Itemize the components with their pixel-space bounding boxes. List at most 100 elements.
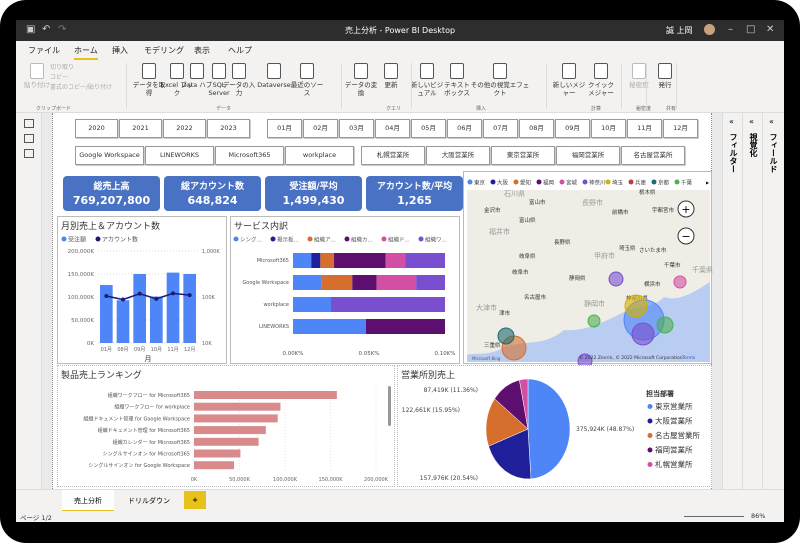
menu-help[interactable]: ヘルプ — [228, 45, 252, 56]
zoom-out-button[interactable]: − — [677, 227, 695, 245]
legend-label: 埼玉 — [612, 179, 624, 187]
product-ranking-chart[interactable]: 製品売上ランキング 0K 50,000K 100,000K 150,000K 200,0… — [57, 365, 395, 487]
view-switcher — [16, 113, 42, 489]
y2-tick: 10K — [202, 341, 212, 347]
slicer-month[interactable]: 02月 — [303, 119, 338, 138]
bar — [183, 274, 196, 343]
ribbon-button[interactable]: 新しいビジュアル — [410, 63, 444, 97]
map-place-label: 静岡県 — [569, 274, 586, 282]
model-view-icon[interactable] — [23, 149, 34, 158]
legend-label: 組織カ... — [351, 236, 373, 244]
fields-pane[interactable]: « フィールド — [762, 113, 784, 489]
slicer-office[interactable]: 名古屋営業所 — [621, 146, 685, 165]
menu-file[interactable]: ファイル — [28, 45, 60, 56]
ribbon-button[interactable]: Dataverse — [257, 63, 291, 89]
line-point — [187, 293, 192, 298]
collapse-icon[interactable]: « — [769, 117, 774, 126]
legend-label: 兵庫 — [635, 179, 647, 187]
ribbon-button[interactable]: クイック メジャー — [584, 63, 618, 97]
service-breakdown-chart[interactable]: サービス内訳 シング... 掲示板... 組織ア... 組織カ... 組織ド... 組織ワ… — [230, 216, 460, 364]
collapse-icon[interactable]: « — [749, 117, 754, 126]
tab-sales-analysis[interactable]: 売上分析 — [62, 490, 114, 512]
ribbon-button[interactable]: 貼り付け — [20, 63, 54, 89]
slicer-office[interactable]: 札幌営業所 — [361, 146, 425, 165]
tab-drilldown[interactable]: ドリルダウン — [116, 490, 182, 512]
ribbon-button[interactable]: データの入力 — [222, 63, 256, 97]
fields-label: フィールド — [769, 133, 778, 173]
slicer-year-2021[interactable]: 2021 — [119, 119, 162, 138]
close-icon[interactable]: ✕ — [766, 24, 774, 35]
slicer-office[interactable]: 東京営業所 — [491, 146, 555, 165]
slicer-month[interactable]: 03月 — [339, 119, 374, 138]
slicer-month[interactable]: 06月 — [447, 119, 482, 138]
ribbon-button-icon — [300, 63, 314, 79]
menu-modeling[interactable]: モデリング — [144, 45, 184, 56]
copy-button[interactable]: コピー — [50, 73, 112, 83]
ribbon-button-icon — [30, 63, 44, 79]
scrollbar-thumb[interactable] — [388, 386, 391, 426]
slicer-product[interactable]: workplace — [285, 146, 354, 165]
zoom-in-button[interactable]: + — [677, 200, 695, 218]
avatar[interactable] — [704, 24, 715, 35]
map-visual[interactable]: 東京 大阪 愛知 福岡 宮城 神奈川 埼玉 兵庫 京都 千葉 ▸ 石川県 富山市 金沢市 富山県 長野市 栃木県… — [463, 171, 713, 369]
y-category: シングルサインオン for Google Workspace — [88, 462, 190, 469]
legend-marker — [647, 462, 653, 467]
ribbon-button[interactable]: その他の視覚エフェクト — [470, 63, 530, 97]
slicer-office[interactable]: 福岡営業所 — [556, 146, 620, 165]
map-place-label: 横浜市 — [644, 280, 661, 288]
report-view-icon[interactable] — [23, 119, 34, 128]
ribbon-button[interactable]: 更新 — [374, 63, 408, 89]
map-place-label: 長野県 — [554, 238, 571, 246]
slicer-month[interactable]: 12月 — [663, 119, 698, 138]
slicer-product[interactable]: LINEWORKS — [145, 146, 214, 165]
y-category: Microsoft365 — [257, 258, 289, 264]
slicer-month[interactable]: 11月 — [627, 119, 662, 138]
slicer-month[interactable]: 05月 — [411, 119, 446, 138]
maximize-icon[interactable]: □ — [746, 24, 755, 35]
slicer-month[interactable]: 07月 — [483, 119, 518, 138]
ribbon-button[interactable]: データの変換 — [344, 63, 378, 97]
office-sales-pie[interactable]: 営業所別売上 375,924K (48.87%) 157,976K (20.54%… — [397, 365, 712, 487]
ribbon-button[interactable]: 最近のソース — [290, 63, 324, 97]
collapse-icon[interactable]: « — [729, 117, 734, 126]
zoom-slider[interactable] — [684, 516, 744, 517]
stacked-segment — [334, 253, 386, 268]
add-page-button[interactable]: + — [184, 491, 206, 509]
slicer-year-2022[interactable]: 2022 — [163, 119, 206, 138]
slicer-month[interactable]: 08月 — [519, 119, 554, 138]
map-place-label: 津市 — [499, 309, 511, 317]
legend-label: 宮城 — [566, 179, 578, 187]
slicer-month[interactable]: 10月 — [591, 119, 626, 138]
slicer-office[interactable]: 大阪営業所 — [426, 146, 490, 165]
y-category: 組織ワークフロー for workplace — [114, 404, 190, 411]
map-place-label: 三重県 — [484, 341, 501, 349]
table-view-icon[interactable] — [23, 134, 34, 143]
slicer-product[interactable]: Microsoft365 — [215, 146, 284, 165]
menu-insert[interactable]: 挿入 — [112, 45, 128, 56]
x-tick: 0K — [191, 477, 198, 483]
legend-label: 京都 — [658, 179, 670, 187]
slicer-month[interactable]: 04月 — [375, 119, 410, 138]
ribbon-button-label: 発行 — [658, 81, 672, 89]
ribbon-button[interactable]: テキスト ボックス — [440, 63, 474, 97]
monthly-sales-chart[interactable]: 月別売上＆アカウント数 受注額 アカウント数 0K 50,000K 100,000K 15… — [57, 216, 227, 364]
slicer-year-2020[interactable]: 2020 — [75, 119, 118, 138]
format-painter-button[interactable]: 書式のコピー/貼り付け — [50, 83, 112, 93]
kpi-value: 1,499,430 — [282, 194, 345, 207]
legend-marker — [513, 179, 519, 185]
minimize-icon[interactable]: – — [728, 24, 733, 35]
ribbon-button[interactable]: 新しいメジャー — [552, 63, 586, 97]
slicer-month[interactable]: 01月 — [267, 119, 302, 138]
ribbon-button-label: その他の視覚エフェクト — [470, 81, 530, 97]
kpi-value: 769,207,800 — [72, 194, 151, 207]
legend-marker — [647, 418, 653, 424]
filters-pane[interactable]: « フィルター — [722, 113, 742, 489]
menu-home[interactable]: ホーム — [74, 45, 98, 60]
slicer-month[interactable]: 09月 — [555, 119, 590, 138]
slicer-year-2023[interactable]: 2023 — [207, 119, 250, 138]
menu-view[interactable]: 表示 — [194, 45, 210, 56]
cut-button[interactable]: 切り取り — [50, 63, 112, 73]
visualizations-pane[interactable]: « 視覚化 — [742, 113, 762, 489]
user-name[interactable]: 誠 上岡 — [666, 25, 693, 36]
slicer-product[interactable]: Google Workspace — [75, 146, 144, 165]
